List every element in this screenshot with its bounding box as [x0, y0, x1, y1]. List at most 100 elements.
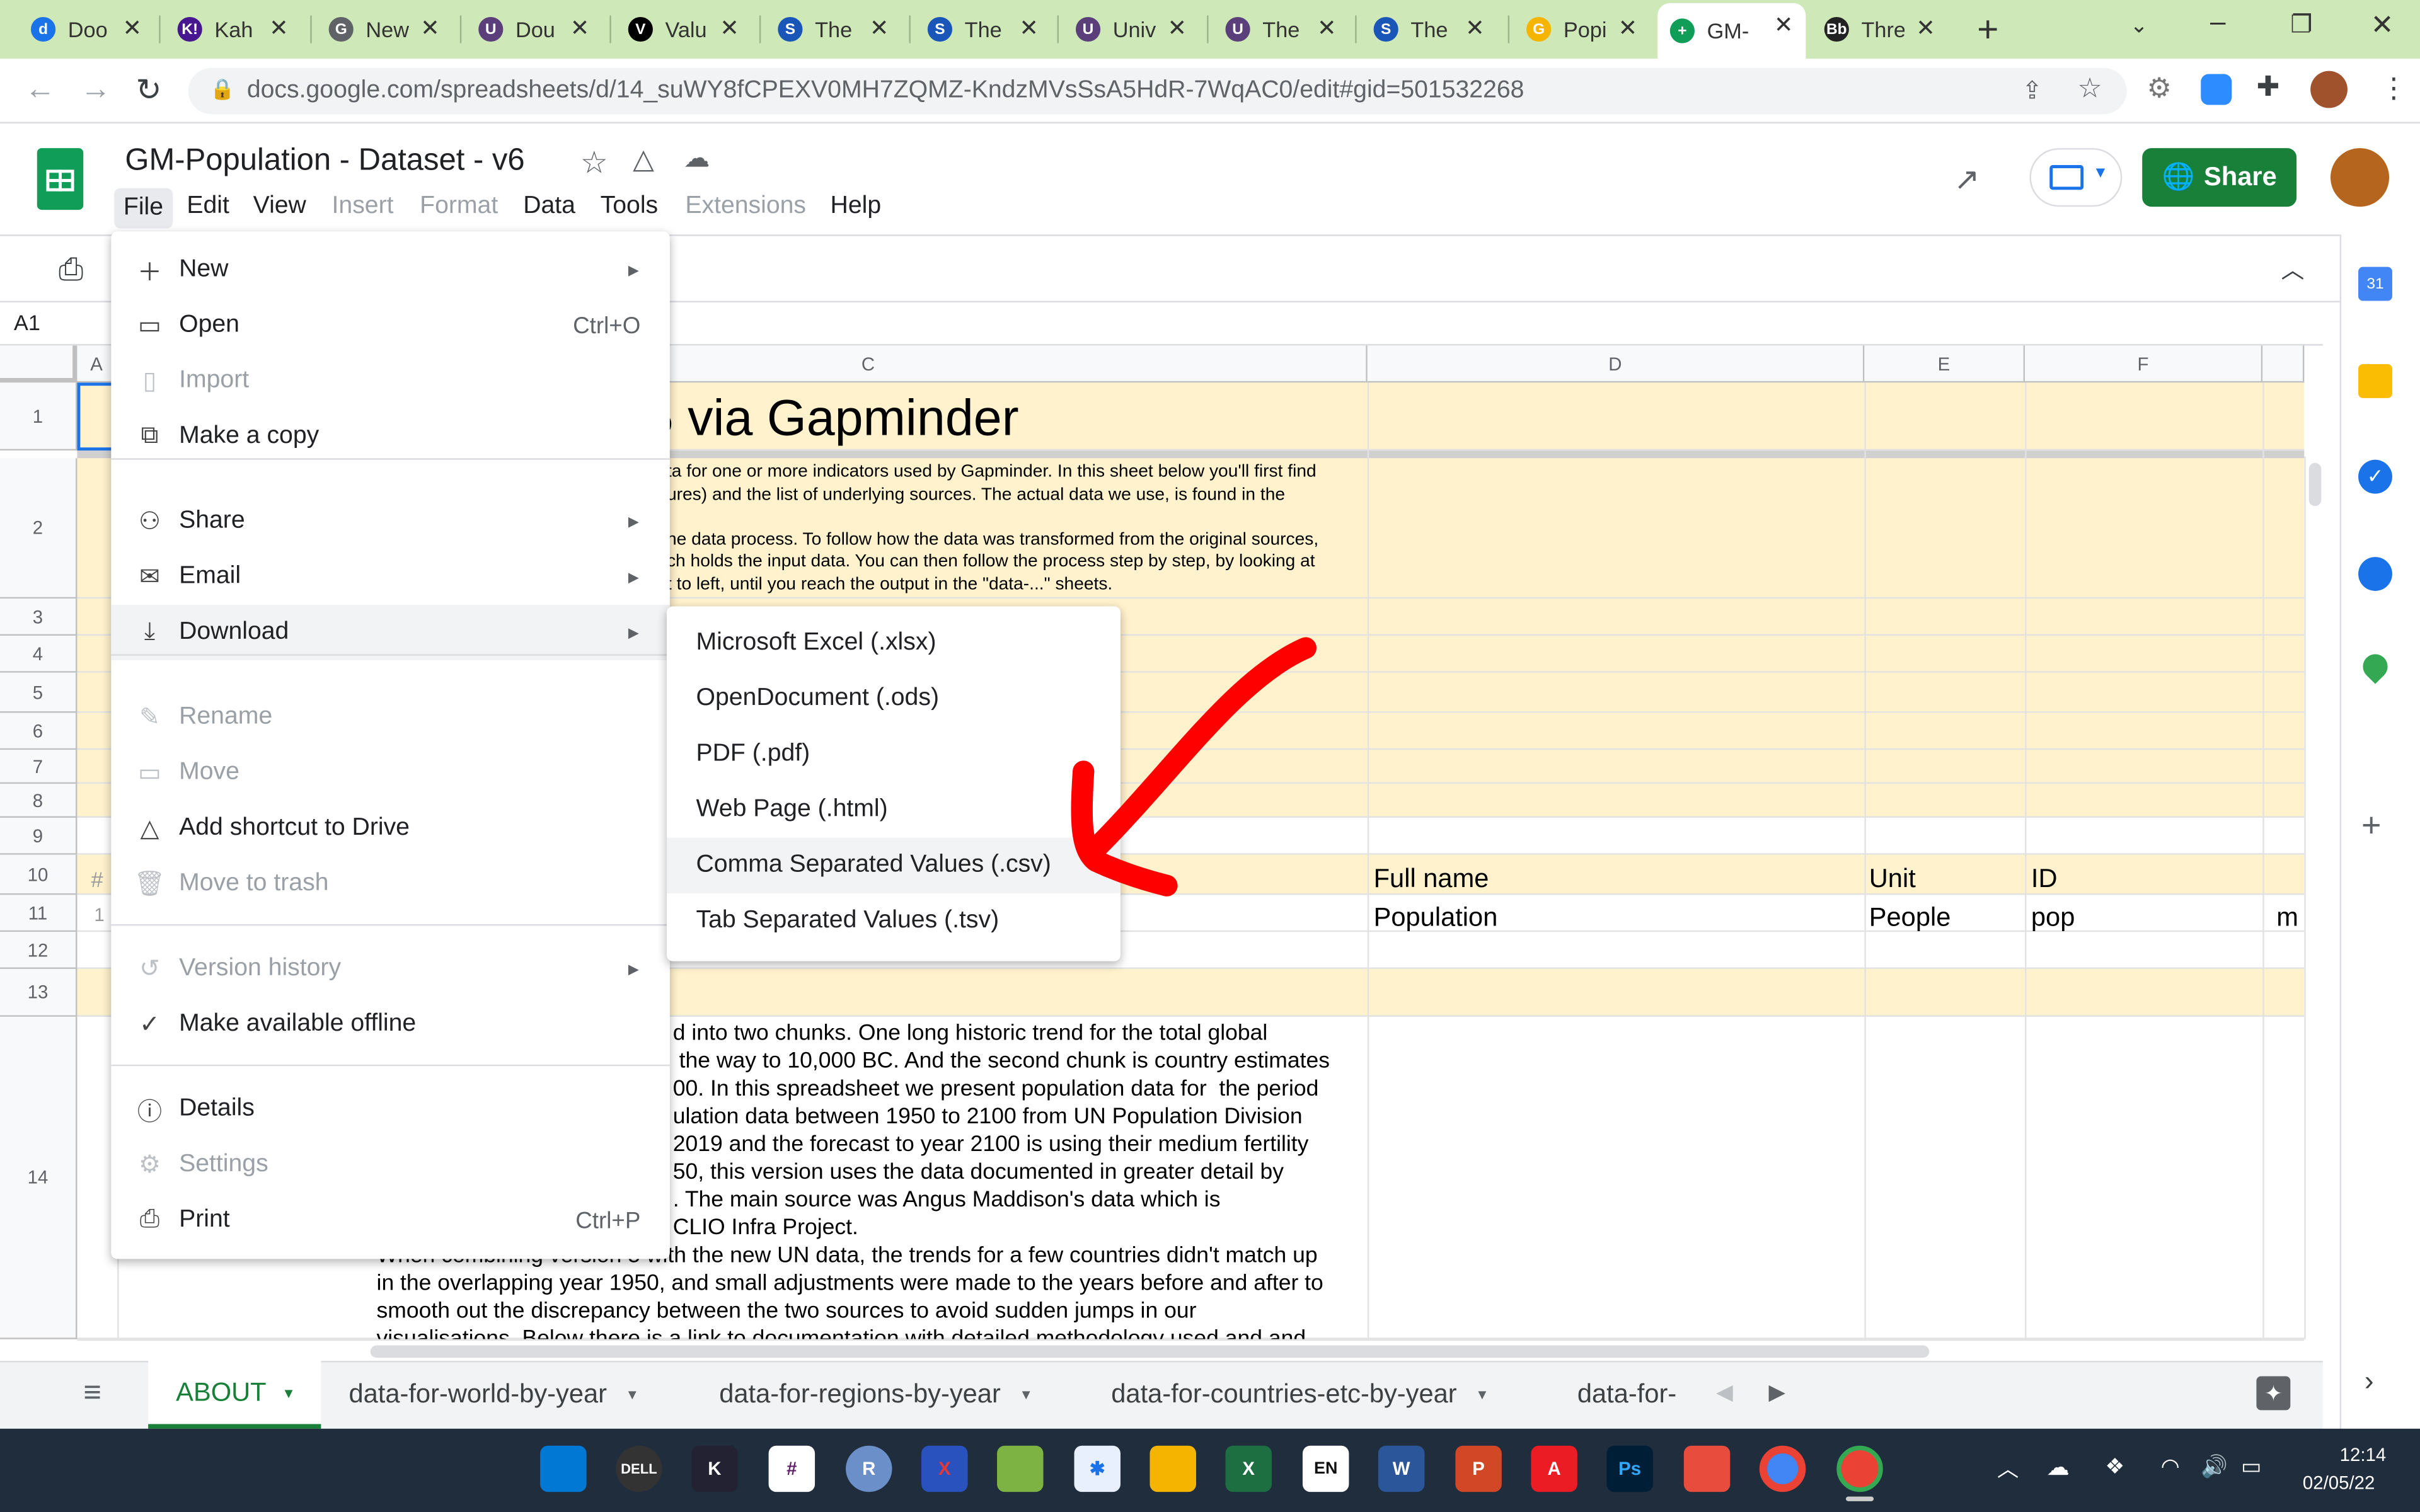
- keep-icon[interactable]: [2358, 364, 2392, 398]
- add-addon-icon[interactable]: +: [2361, 805, 2381, 845]
- sheet-tab-world[interactable]: data-for-world-by-year ▼: [349, 1361, 639, 1429]
- tab-close-icon[interactable]: ✕: [420, 14, 440, 42]
- tab-close-icon[interactable]: ✕: [1019, 14, 1039, 42]
- file-menu-print[interactable]: ⎙ Print Ctrl+P: [111, 1193, 670, 1248]
- tab-close-icon[interactable]: ✕: [269, 14, 289, 42]
- onedrive-icon[interactable]: ☁: [2046, 1453, 2070, 1481]
- share-button[interactable]: 🌐 Share: [2142, 148, 2297, 207]
- browser-tab[interactable]: d Doo ✕: [18, 6, 154, 52]
- snip-tool-icon[interactable]: ✱: [1074, 1445, 1121, 1492]
- volume-icon[interactable]: 🔊: [2201, 1453, 2228, 1480]
- vertical-scrollbar[interactable]: [2304, 456, 2323, 1339]
- tab-close-icon[interactable]: ✕: [870, 14, 889, 42]
- row-header-13[interactable]: 13: [0, 968, 78, 1017]
- row-header-2[interactable]: 2: [0, 458, 78, 599]
- menu-extensions[interactable]: Extensions: [685, 193, 806, 220]
- lock-icon[interactable]: 🔒: [210, 77, 235, 101]
- extensions-puzzle-icon[interactable]: ✚: [2256, 71, 2279, 103]
- tray-overflow-icon[interactable]: ︿: [1997, 1453, 2019, 1484]
- url-text[interactable]: docs.google.com/spreadsheets/d/14_suWY8f…: [247, 77, 1524, 105]
- tab-close-icon[interactable]: ✕: [1317, 14, 1337, 42]
- browser-tab[interactable]: S The ✕: [1361, 6, 1497, 52]
- sheet-tab-regions[interactable]: data-for-regions-by-year ▼: [719, 1361, 1033, 1429]
- row-header-14[interactable]: 14: [0, 1016, 78, 1339]
- start-menu-icon[interactable]: [540, 1445, 587, 1492]
- all-sheets-icon[interactable]: ≡: [83, 1377, 101, 1412]
- tab-search-icon[interactable]: ⌄: [2130, 13, 2148, 39]
- column-header-d[interactable]: D: [1367, 345, 1865, 383]
- browser-tab[interactable]: V Valu ✕: [616, 6, 752, 52]
- browser-tab[interactable]: G New ✕: [316, 6, 452, 52]
- row-header-7[interactable]: 7: [0, 750, 78, 784]
- row-header-11[interactable]: 11: [0, 895, 78, 932]
- share-page-icon[interactable]: ⇪: [2022, 76, 2043, 106]
- contacts-icon[interactable]: [2358, 557, 2392, 591]
- new-tab-button[interactable]: +: [1977, 9, 1998, 53]
- snipping-app-icon[interactable]: [1683, 1445, 1731, 1492]
- reload-icon[interactable]: ↻: [136, 71, 162, 110]
- browser-tab[interactable]: Bb Thre ✕: [1812, 6, 1948, 52]
- photoshop-icon[interactable]: Ps: [1606, 1445, 1653, 1492]
- name-box[interactable]: A1: [14, 310, 40, 335]
- calendar-icon[interactable]: 31: [2358, 266, 2392, 301]
- tasks-icon[interactable]: ✓: [2358, 459, 2392, 494]
- file-menu-new[interactable]: ＋ New ▶: [111, 242, 670, 297]
- print-icon[interactable]: ⎙: [59, 253, 83, 289]
- browser-tab[interactable]: S The ✕: [766, 6, 902, 52]
- battery-icon[interactable]: ▭: [2241, 1453, 2261, 1480]
- sheet-tab-more[interactable]: data-for-: [1577, 1361, 1691, 1429]
- menu-file[interactable]: File: [114, 188, 173, 229]
- file-menu-details[interactable]: ⓘ Details: [111, 1082, 670, 1137]
- cloud-status-icon[interactable]: ☁: [684, 144, 710, 175]
- file-menu-make-a-copy[interactable]: ⧉ Make a copy: [111, 409, 670, 464]
- tab-close-icon[interactable]: ✕: [1774, 11, 1794, 39]
- excel-icon[interactable]: X: [1225, 1445, 1272, 1492]
- bookmark-star-icon[interactable]: ☆: [2077, 72, 2102, 105]
- dropbox-icon[interactable]: ❖: [2105, 1453, 2124, 1480]
- clock-time[interactable]: 12:14: [2340, 1444, 2387, 1465]
- trend-icon[interactable]: ↗: [1954, 161, 1979, 199]
- file-menu-share[interactable]: ⚇ Share ▶: [111, 494, 670, 549]
- x-app-icon[interactable]: X: [921, 1445, 968, 1492]
- menu-help[interactable]: Help: [831, 193, 882, 220]
- dell-icon[interactable]: DELL: [616, 1445, 662, 1492]
- file-menu-open[interactable]: ▭ Open Ctrl+O: [111, 298, 670, 353]
- menu-data[interactable]: Data: [523, 193, 575, 220]
- slack-icon[interactable]: #: [768, 1445, 815, 1492]
- row-header-3[interactable]: 3: [0, 598, 78, 636]
- minimize-icon[interactable]: –: [2210, 6, 2226, 38]
- row-header-8[interactable]: 8: [0, 784, 78, 818]
- tab-close-icon[interactable]: ✕: [123, 14, 142, 42]
- browser-tab[interactable]: U The ✕: [1213, 6, 1349, 52]
- menu-edit[interactable]: Edit: [187, 193, 229, 220]
- present-button[interactable]: ▼: [2029, 148, 2123, 207]
- row-header-4[interactable]: 4: [0, 635, 78, 673]
- tab-close-icon[interactable]: ✕: [720, 14, 739, 42]
- browser-tab[interactable]: U Univ ✕: [1063, 6, 1199, 52]
- sheet-tab-countries[interactable]: data-for-countries-etc-by-year ▼: [1111, 1361, 1489, 1429]
- powerpoint-icon[interactable]: P: [1455, 1445, 1502, 1492]
- language-icon[interactable]: EN: [1302, 1445, 1349, 1492]
- browser-tab[interactable]: K! Kah ✕: [165, 6, 301, 52]
- row-header-1[interactable]: 1: [0, 382, 78, 451]
- scroll-tabs-right-icon[interactable]: ▶: [1769, 1379, 1785, 1406]
- sheet-tab-about[interactable]: ABOUT ▼: [148, 1361, 321, 1429]
- explore-icon[interactable]: ✦: [2256, 1376, 2291, 1411]
- tab-close-icon[interactable]: ✕: [1618, 14, 1638, 42]
- row-header-6[interactable]: 6: [0, 713, 78, 750]
- row-header-5[interactable]: 5: [0, 672, 78, 713]
- browser-tab[interactable]: U Dou ✕: [466, 6, 602, 52]
- menu-insert[interactable]: Insert: [332, 193, 394, 220]
- word-icon[interactable]: W: [1378, 1445, 1425, 1492]
- menu-format[interactable]: Format: [420, 193, 498, 220]
- tab-close-icon[interactable]: ✕: [570, 14, 590, 42]
- file-explorer-icon[interactable]: [1150, 1445, 1196, 1492]
- horizontal-scrollbar[interactable]: [77, 1339, 2305, 1361]
- tab-close-icon[interactable]: ✕: [1465, 14, 1485, 42]
- file-menu-download[interactable]: ⤓ Download ▶: [111, 605, 670, 661]
- file-menu-make-available-offline[interactable]: ✓ Make available offline: [111, 997, 670, 1052]
- star-icon[interactable]: ☆: [580, 144, 608, 182]
- profile-avatar[interactable]: [2310, 71, 2348, 108]
- browser-tab[interactable]: S The ✕: [915, 6, 1051, 52]
- chrome-icon[interactable]: [1759, 1445, 1806, 1492]
